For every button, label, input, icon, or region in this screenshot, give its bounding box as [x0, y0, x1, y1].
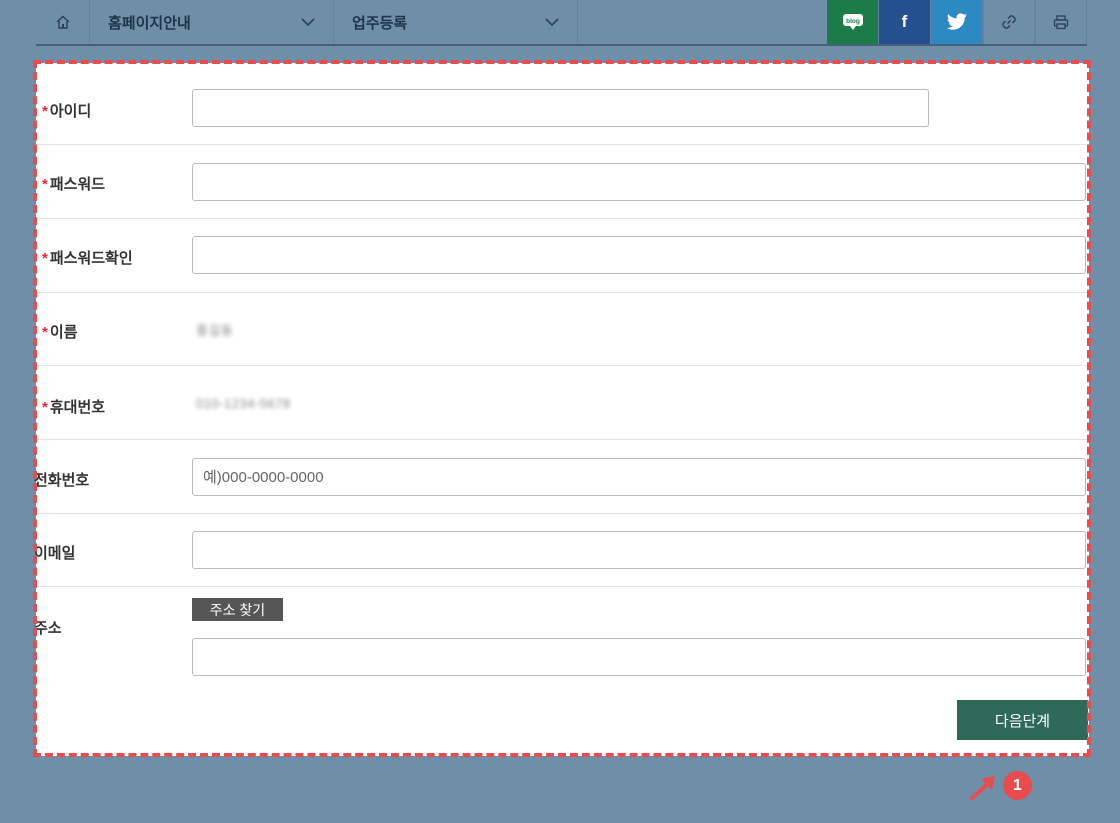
form-row-phone: 전화번호 — [34, 440, 1089, 514]
top-navigation: 홈페이지안내 업주등록 blog f — [36, 0, 1087, 46]
print-icon — [1053, 15, 1069, 30]
menu-select-owner-registration[interactable]: 업주등록 — [334, 0, 578, 44]
form-row-name: 이름 홍길동 — [36, 293, 1089, 366]
phone-label: 전화번호 — [34, 472, 90, 489]
registration-form: 아이디 패스워드 패스워드확인 이름 홍길동 휴대번호 010-1234-567… — [34, 63, 1089, 756]
link-copy-button[interactable] — [983, 0, 1035, 44]
name-value: 홍길동 — [196, 323, 234, 338]
menu-select-homepage-info[interactable]: 홈페이지안내 — [90, 0, 334, 44]
address-input[interactable] — [192, 638, 1086, 676]
password-label: 패스워드 — [42, 173, 105, 194]
form-row-id: 아이디 — [36, 63, 1089, 145]
print-button[interactable] — [1035, 0, 1087, 44]
home-button[interactable] — [36, 0, 90, 44]
address-label: 주소 — [34, 620, 62, 637]
step-badge: 1 — [1003, 771, 1032, 800]
form-row-email: 이메일 — [34, 514, 1089, 587]
password-confirm-label: 패스워드확인 — [42, 247, 133, 268]
chevron-down-icon — [545, 17, 559, 26]
home-icon — [56, 15, 69, 29]
blog-share-button[interactable]: blog — [827, 0, 879, 44]
password-confirm-input[interactable] — [192, 236, 1086, 274]
next-step-button[interactable]: 다음단계 — [957, 700, 1088, 740]
name-label: 이름 — [42, 321, 78, 342]
blog-icon-text: blog — [846, 18, 860, 25]
form-row-password: 패스워드 — [36, 145, 1089, 219]
id-label: 아이디 — [42, 100, 91, 121]
chevron-down-icon — [301, 17, 315, 26]
mobile-label: 휴대번호 — [42, 396, 105, 417]
link-icon — [1002, 15, 1016, 29]
mobile-value: 010-1234-5678 — [196, 396, 291, 411]
menu-select-label: 업주등록 — [352, 14, 408, 32]
form-row-address: 주소 주소 찾기 — [34, 587, 1089, 756]
id-input[interactable] — [192, 89, 929, 127]
address-search-button[interactable]: 주소 찾기 — [192, 598, 283, 621]
email-input[interactable] — [192, 531, 1086, 569]
phone-input[interactable] — [192, 458, 1086, 496]
twitter-share-button[interactable] — [931, 0, 983, 44]
twitter-icon — [946, 13, 967, 30]
menu-select-label: 홈페이지안내 — [108, 14, 191, 32]
blog-icon: blog — [842, 14, 863, 30]
form-row-mobile: 휴대번호 010-1234-5678 — [36, 366, 1089, 440]
form-row-password-confirm: 패스워드확인 — [36, 219, 1089, 293]
facebook-icon: f — [901, 12, 908, 31]
facebook-share-button[interactable]: f — [879, 0, 931, 44]
email-label: 이메일 — [34, 545, 76, 562]
password-input[interactable] — [192, 163, 1086, 201]
